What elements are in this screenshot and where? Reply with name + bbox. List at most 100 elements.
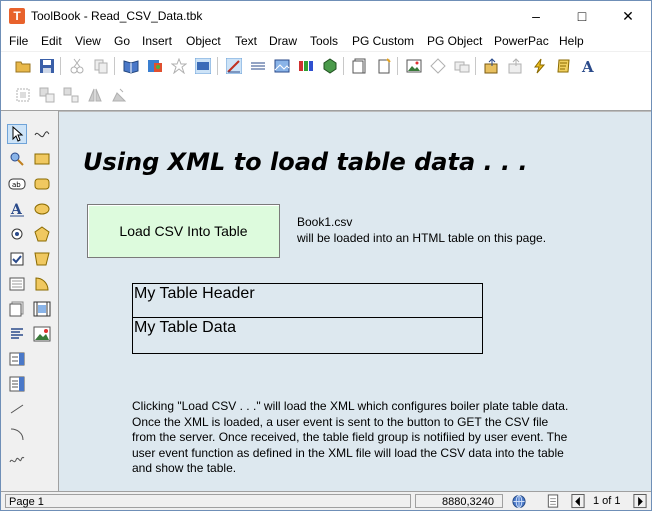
minimize-icon: – xyxy=(532,8,540,24)
menu-go[interactable]: Go xyxy=(114,34,130,48)
script-scroll-icon[interactable] xyxy=(556,58,572,74)
menu-object[interactable]: Object xyxy=(186,34,221,48)
scroll-list-tool-icon[interactable] xyxy=(8,375,26,393)
polygon-tool-icon[interactable] xyxy=(33,225,51,243)
script-lightning-icon[interactable] xyxy=(532,58,548,74)
freehand-tool-icon[interactable] xyxy=(8,450,26,468)
svg-text:ab: ab xyxy=(12,181,21,189)
open-folder-icon[interactable] xyxy=(15,58,31,74)
new-page-icon[interactable] xyxy=(352,58,368,74)
file-info: Book1.csv will be loaded into an HTML ta… xyxy=(297,214,546,246)
select-pointer-icon[interactable] xyxy=(7,124,27,144)
picture-tool-icon[interactable] xyxy=(33,325,51,343)
button-tool-icon[interactable]: ab xyxy=(8,175,26,193)
object-properties-icon[interactable] xyxy=(147,58,163,74)
export-icon[interactable] xyxy=(508,58,524,74)
description-text: Clicking "Load CSV . . ." will load the … xyxy=(132,399,569,475)
status-bar: Page 1 8880,3240 1 of 1 xyxy=(1,491,651,510)
page-canvas[interactable]: Using XML to load table data . . . Load … xyxy=(59,111,651,492)
previous-page-icon[interactable] xyxy=(571,494,585,509)
radio-button-tool-icon[interactable] xyxy=(8,225,26,243)
page-document-icon[interactable] xyxy=(545,494,561,509)
menu-pg-object[interactable]: PG Object xyxy=(427,34,482,48)
save-icon[interactable] xyxy=(39,58,55,74)
toolbar-separator xyxy=(475,57,476,75)
zoom-icon[interactable] xyxy=(8,150,26,168)
menu-text[interactable]: Text xyxy=(235,34,257,48)
page-heading: Using XML to load table data . . . xyxy=(83,148,528,176)
combo-box-tool-icon[interactable] xyxy=(8,350,26,368)
ungroup-icon[interactable] xyxy=(63,87,79,103)
close-icon: ✕ xyxy=(622,8,634,24)
menu-insert[interactable]: Insert xyxy=(142,34,172,48)
close-button[interactable]: ✕ xyxy=(605,1,651,31)
menu-powerpac[interactable]: PowerPac xyxy=(494,34,549,48)
field-tool-icon[interactable] xyxy=(8,275,26,293)
menu-help[interactable]: Help xyxy=(559,34,584,48)
file-note: will be loaded into an HTML table on thi… xyxy=(297,231,547,245)
text-format-icon[interactable]: A xyxy=(580,58,596,74)
viewer-tool-icon[interactable] xyxy=(33,300,51,318)
align-center-icon[interactable] xyxy=(15,87,31,103)
rectangle-tool-icon[interactable] xyxy=(33,150,51,168)
status-coordinates: 8880,3240 xyxy=(415,494,503,508)
menu-draw[interactable]: Draw xyxy=(269,34,297,48)
new-background-icon[interactable] xyxy=(376,58,392,74)
record-field-tool-icon[interactable] xyxy=(8,300,26,318)
table-header-cell: My Table Header xyxy=(133,284,482,318)
ellipse-tool-icon[interactable] xyxy=(33,200,51,218)
group-icon[interactable] xyxy=(39,87,55,103)
pie-tool-icon[interactable] xyxy=(33,275,51,293)
hotword-icon[interactable] xyxy=(430,58,446,74)
flip-vertical-icon[interactable] xyxy=(111,87,127,103)
window-title: ToolBook - Read_CSV_Data.tbk xyxy=(31,9,203,23)
file-name: Book1.csv xyxy=(297,215,353,229)
rounded-rectangle-tool-icon[interactable] xyxy=(33,175,51,193)
object-tool-icon[interactable] xyxy=(322,58,338,74)
maximize-icon: □ xyxy=(577,8,587,24)
toolbook-window: T ToolBook - Read_CSV_Data.tbk – □ ✕ Fil… xyxy=(0,0,652,511)
list-tool-icon[interactable] xyxy=(8,325,26,343)
author-mode-icon[interactable] xyxy=(226,58,242,74)
table-data-cell: My Table Data xyxy=(134,319,236,336)
next-page-icon[interactable] xyxy=(633,494,647,509)
menu-file[interactable]: File xyxy=(9,34,28,48)
load-csv-button[interactable]: Load CSV Into Table xyxy=(87,204,280,258)
menu-view[interactable]: View xyxy=(75,34,101,48)
text-tool-icon[interactable]: A xyxy=(8,200,26,218)
menu-pg-custom[interactable]: PG Custom xyxy=(352,34,414,48)
toolbar-separator xyxy=(114,57,115,75)
minimize-button[interactable]: – xyxy=(513,1,559,31)
tool-palette: ab A xyxy=(1,111,59,491)
import-icon[interactable] xyxy=(484,58,500,74)
title-bar[interactable]: T ToolBook - Read_CSV_Data.tbk – □ ✕ xyxy=(1,1,651,31)
html-table: My Table Header My Table Data xyxy=(132,283,483,354)
field-icon[interactable] xyxy=(454,58,470,74)
toolbar: A xyxy=(1,52,651,111)
favorite-star-icon[interactable] xyxy=(171,58,187,74)
toolbar-separator xyxy=(397,57,398,75)
web-globe-icon[interactable] xyxy=(511,494,527,509)
line-tool-icon[interactable] xyxy=(8,400,26,418)
page-view-icon[interactable] xyxy=(195,58,211,74)
svg-text:A: A xyxy=(581,58,594,74)
status-page-name: Page 1 xyxy=(5,494,411,508)
book-properties-icon[interactable] xyxy=(123,58,139,74)
arc-tool-icon[interactable] xyxy=(8,425,26,443)
curve-tool-icon[interactable] xyxy=(33,125,51,143)
toolbar-separator xyxy=(217,57,218,75)
color-tray-icon[interactable] xyxy=(298,58,314,74)
toolbook-app-icon[interactable]: T xyxy=(9,8,25,24)
toolbar-separator xyxy=(60,57,61,75)
flip-horizontal-icon[interactable] xyxy=(87,87,103,103)
maximize-button[interactable]: □ xyxy=(559,1,605,31)
menu-edit[interactable]: Edit xyxy=(41,34,62,48)
irregular-polygon-tool-icon[interactable] xyxy=(33,250,51,268)
cut-icon[interactable] xyxy=(69,58,85,74)
picture-icon[interactable] xyxy=(406,58,422,74)
copy-icon[interactable] xyxy=(93,58,109,74)
background-icon[interactable] xyxy=(274,58,290,74)
grid-lines-icon[interactable] xyxy=(250,58,266,74)
menu-tools[interactable]: Tools xyxy=(310,34,338,48)
checkbox-tool-icon[interactable] xyxy=(8,250,26,268)
